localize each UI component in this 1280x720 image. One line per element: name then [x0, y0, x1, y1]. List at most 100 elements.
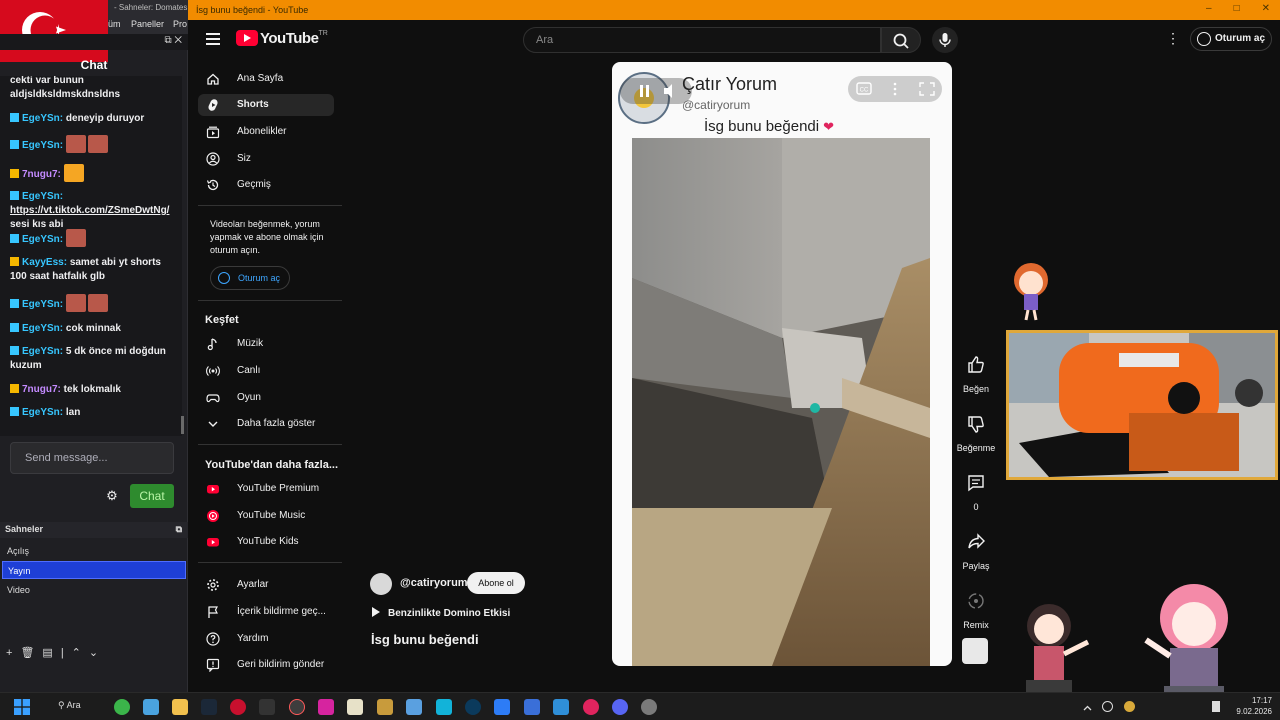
sidebar-item-youtube-premium[interactable]: YouTube Premium	[198, 478, 334, 500]
video-frame[interactable]	[632, 138, 930, 666]
volume-icon[interactable]	[1212, 701, 1220, 712]
sidebar-item-youtube-music[interactable]: YouTube Music	[198, 505, 334, 527]
scene-item[interactable]: Açılış	[2, 542, 186, 560]
message-link[interactable]: https://vt.tiktok.com/ZSmeDwtNg/	[10, 205, 169, 216]
more-options-icon[interactable]: ⋮	[1166, 30, 1180, 50]
settings-icon[interactable]	[641, 699, 657, 715]
network-icon[interactable]	[1102, 701, 1113, 712]
minimize-icon[interactable]: –	[1206, 3, 1212, 14]
discord-icon[interactable]	[612, 699, 628, 715]
sound-thumbnail[interactable]	[962, 638, 988, 664]
message-user[interactable]: EgeYSn:	[22, 140, 63, 151]
gear-icon[interactable]: ⚙	[104, 488, 120, 504]
move-down-icon[interactable]: ⌄	[89, 647, 98, 659]
sidebar-item-you[interactable]: Siz	[198, 148, 334, 170]
sidebar-item-help[interactable]: Yardım	[198, 628, 334, 650]
search-button[interactable]	[881, 27, 921, 53]
sidebar-item-youtube-kids[interactable]: YouTube Kids	[198, 531, 334, 553]
dock-undock-icon[interactable]: ⧉	[176, 524, 182, 535]
show-hidden-icons-icon[interactable]	[1082, 701, 1093, 712]
dislike-button[interactable]: Beğenme	[948, 409, 1004, 453]
sidebar-item-shorts[interactable]: Shorts	[198, 94, 334, 116]
message-user[interactable]: EgeYSn:	[22, 191, 63, 202]
app-icon[interactable]	[406, 699, 422, 715]
sidebar-sign-in-button[interactable]: Oturum aç	[210, 266, 290, 290]
sidebar-item-home[interactable]: Ana Sayfa	[198, 68, 334, 90]
scene-item-selected[interactable]: Yayın	[2, 561, 186, 579]
obs-icon[interactable]	[289, 699, 305, 715]
clock[interactable]: 17:17 9.02.2026	[1230, 695, 1272, 717]
sign-in-button[interactable]: Oturum aç	[1190, 27, 1272, 51]
chat-message-input[interactable]: Send message...	[10, 442, 174, 474]
notepad-icon[interactable]	[347, 699, 363, 715]
sidebar-item-live[interactable]: Canlı	[198, 360, 334, 382]
search-input[interactable]: Ara	[523, 27, 881, 53]
remix-button[interactable]: Remix	[948, 586, 1004, 630]
message-user[interactable]: 7nugu7:	[22, 384, 61, 395]
sidebar-item-subscriptions[interactable]: Abonelikler	[198, 121, 334, 143]
taskbar-search[interactable]: ⚲ Ara	[58, 700, 81, 711]
trash-icon[interactable]: 🗑	[20, 647, 34, 659]
message-user[interactable]: EgeYSn:	[22, 113, 63, 124]
scene-item[interactable]: Video	[2, 581, 186, 599]
windows-start-icon[interactable]	[14, 699, 30, 715]
message-user[interactable]: KayyEss:	[22, 257, 67, 268]
sidebar-item-gaming[interactable]: Oyun	[198, 387, 334, 409]
like-button[interactable]: Beğen	[948, 350, 1004, 394]
xbox-icon[interactable]	[114, 699, 130, 715]
photos-icon[interactable]	[553, 699, 569, 715]
sidebar-item-feedback[interactable]: Geri bildirim gönder	[198, 654, 334, 676]
channel-avatar-small[interactable]	[370, 573, 392, 595]
dock-buttons[interactable]: ⧉ ✕	[164, 35, 182, 46]
channel-handle-link[interactable]: @catiryorum	[400, 577, 468, 589]
terminal-icon[interactable]	[259, 699, 275, 715]
instagram-icon[interactable]	[318, 699, 334, 715]
chat-message-list[interactable]: cekti var bunun aldjsldksldmskdnsldns Eg…	[0, 76, 182, 436]
share-button[interactable]: Paylaş	[948, 527, 1004, 571]
filter-icon[interactable]: ▤	[42, 647, 52, 659]
game-launcher-icon[interactable]	[465, 699, 481, 715]
task-view-icon[interactable]	[143, 699, 159, 715]
microphone-icon[interactable]	[1124, 701, 1135, 712]
sidebar-item-settings[interactable]: Ayarlar	[198, 574, 334, 596]
message-user[interactable]: 7nugu7:	[22, 169, 61, 180]
more-options-icon[interactable]	[893, 82, 897, 96]
voice-search-button[interactable]	[932, 27, 958, 53]
message-user[interactable]: EgeYSn:	[22, 299, 63, 310]
sidebar-item-music[interactable]: Müzik	[198, 333, 334, 355]
maximize-icon[interactable]: □	[1234, 3, 1240, 14]
subscribe-button[interactable]: Abone ol	[467, 572, 525, 594]
messenger-icon[interactable]	[494, 699, 510, 715]
add-icon[interactable]: +	[6, 647, 12, 659]
obs-menu-view[interactable]: üm	[108, 19, 121, 29]
skype-icon[interactable]	[436, 699, 452, 715]
shorts-player[interactable]: Çatır Yorum @catiryorum CC İsg bunu beğe…	[612, 62, 952, 666]
message-user[interactable]: EgeYSn:	[22, 346, 63, 357]
message-user[interactable]: EgeYSn:	[22, 407, 63, 418]
chat-send-button[interactable]: Chat	[130, 484, 174, 508]
steam-icon[interactable]	[201, 699, 217, 715]
file-explorer-icon[interactable]	[172, 699, 188, 715]
league-of-legends-icon[interactable]	[377, 699, 393, 715]
opera-icon[interactable]	[230, 699, 246, 715]
youtube-logo[interactable]: YouTubeTR	[236, 30, 328, 48]
show-more-button[interactable]: Daha fazla göster	[198, 413, 334, 435]
store-icon[interactable]	[524, 699, 540, 715]
obs-menu-profile[interactable]: Pro	[173, 19, 187, 29]
pause-icon[interactable]	[640, 85, 649, 97]
chat-scrollbar[interactable]	[181, 416, 184, 434]
message-user[interactable]: EgeYSn:	[22, 323, 63, 334]
close-icon[interactable]: ✕	[1262, 3, 1270, 14]
volume-icon[interactable]	[664, 84, 672, 98]
fullscreen-icon[interactable]	[919, 82, 935, 96]
message-user[interactable]: EgeYSn:	[22, 234, 63, 245]
obs-menu-docks[interactable]: Paneller	[131, 19, 164, 29]
comments-button[interactable]: 0	[948, 468, 1004, 512]
app-red-icon[interactable]	[583, 699, 599, 715]
music-link[interactable]: Benzinlikte Domino Etkisi	[372, 607, 510, 619]
hamburger-menu-icon[interactable]	[206, 32, 222, 46]
move-up-icon[interactable]: ⌃	[72, 647, 81, 659]
sidebar-item-history[interactable]: Geçmiş	[198, 174, 334, 196]
captions-icon[interactable]: CC	[856, 82, 872, 95]
sidebar-item-report-history[interactable]: İçerik bildirme geç...	[198, 601, 334, 623]
